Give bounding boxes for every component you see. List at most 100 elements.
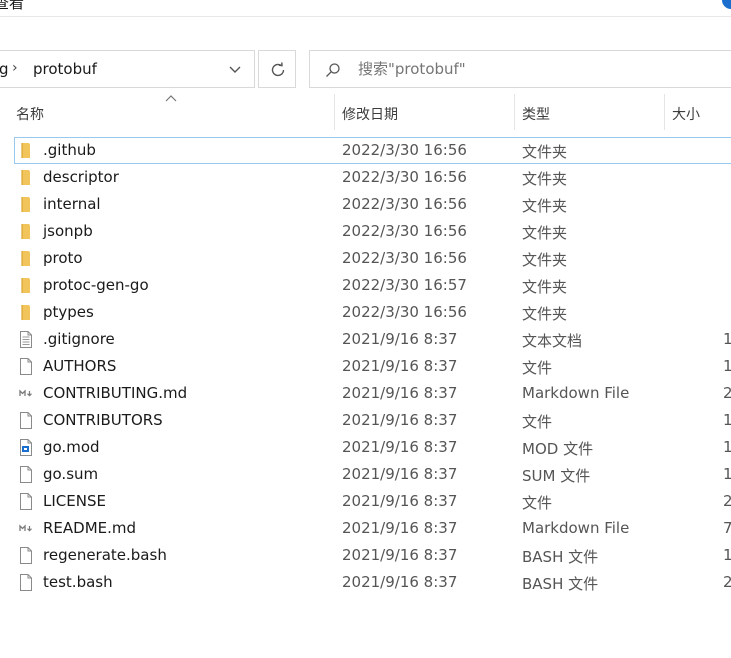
file-name: protoc-gen-go	[43, 276, 149, 294]
sort-ascending-icon	[165, 95, 177, 102]
file-row[interactable]: .gitignore 2021/9/16 8:37 文本文档 1	[14, 326, 731, 353]
file-modified-date: 2021/9/16 8:37	[342, 384, 458, 402]
mod-file-icon	[18, 439, 34, 456]
column-header-size[interactable]: 大小	[672, 104, 700, 124]
file-modified-date: 2022/3/30 16:56	[342, 168, 467, 186]
file-icon	[18, 466, 34, 483]
file-size: 1	[723, 357, 731, 375]
file-modified-date: 2022/3/30 16:56	[342, 249, 467, 267]
file-explorer-window: 查看 g › protobuf 名称 修改日期 类型 大	[0, 0, 731, 658]
file-name: README.md	[43, 519, 137, 537]
column-header-type[interactable]: 类型	[522, 104, 550, 124]
file-modified-date: 2021/9/16 8:37	[342, 546, 458, 564]
column-header-date[interactable]: 修改日期	[342, 104, 398, 124]
file-row[interactable]: internal 2022/3/30 16:56 文件夹	[14, 191, 731, 218]
file-row[interactable]: test.bash 2021/9/16 8:37 BASH 文件 2	[14, 569, 731, 596]
file-row[interactable]: ptypes 2022/3/30 16:56 文件夹	[14, 299, 731, 326]
file-row[interactable]: proto 2022/3/30 16:56 文件夹	[14, 245, 731, 272]
text-file-icon	[18, 331, 34, 348]
refresh-button[interactable]	[258, 50, 296, 88]
file-name: AUTHORS	[43, 357, 117, 375]
file-modified-date: 2022/3/30 16:57	[342, 276, 467, 294]
refresh-icon	[271, 62, 285, 77]
file-size: 1	[723, 438, 731, 456]
folder-icon	[18, 304, 34, 321]
file-modified-date: 2022/3/30 16:56	[342, 303, 467, 321]
help-icon[interactable]	[722, 0, 731, 9]
file-name: regenerate.bash	[43, 546, 167, 564]
file-row[interactable]: descriptor 2022/3/30 16:56 文件夹	[14, 164, 731, 191]
file-name: CONTRIBUTORS	[43, 411, 163, 429]
file-type: 文件夹	[522, 224, 568, 242]
file-modified-date: 2022/3/30 16:56	[342, 195, 467, 213]
ribbon-bar: 查看	[0, 0, 731, 17]
file-row[interactable]: README.md 2021/9/16 8:37 Markdown File 7	[14, 515, 731, 542]
column-divider[interactable]	[334, 94, 335, 130]
folder-icon	[18, 277, 34, 294]
chevron-down-icon[interactable]	[228, 63, 242, 77]
file-name: ptypes	[43, 303, 94, 321]
address-bar[interactable]: g › protobuf	[0, 50, 255, 88]
ribbon-tab-view[interactable]: 查看	[0, 0, 24, 13]
file-type: 文件	[522, 494, 553, 512]
markdown-file-icon	[18, 520, 34, 537]
file-type: BASH 文件	[522, 575, 599, 593]
file-type: 文件夹	[522, 278, 568, 296]
file-name: go.sum	[43, 465, 99, 483]
file-row[interactable]: AUTHORS 2021/9/16 8:37 文件 1	[14, 353, 731, 380]
file-name: test.bash	[43, 573, 113, 591]
file-name: go.mod	[43, 438, 100, 456]
file-type: SUM 文件	[522, 467, 591, 485]
file-modified-date: 2021/9/16 8:37	[342, 573, 458, 591]
file-row[interactable]: regenerate.bash 2021/9/16 8:37 BASH 文件 1	[14, 542, 731, 569]
file-name: CONTRIBUTING.md	[43, 384, 188, 402]
file-row[interactable]: protoc-gen-go 2022/3/30 16:57 文件夹	[14, 272, 731, 299]
markdown-file-icon	[18, 385, 34, 402]
file-size: 2	[723, 384, 731, 402]
file-name: proto	[43, 249, 83, 267]
breadcrumb-separator-icon[interactable]: ›	[12, 60, 18, 76]
file-icon	[18, 547, 34, 564]
file-type: 文件夹	[522, 170, 568, 188]
file-row[interactable]: CONTRIBUTING.md 2021/9/16 8:37 Markdown Fi…	[14, 380, 731, 407]
file-row[interactable]: CONTRIBUTORS 2021/9/16 8:37 文件 1	[14, 407, 731, 434]
file-modified-date: 2022/3/30 16:56	[342, 141, 467, 159]
breadcrumb-current-folder[interactable]: protobuf	[33, 60, 97, 78]
file-size: 2	[723, 573, 731, 591]
file-modified-date: 2021/9/16 8:37	[342, 465, 458, 483]
file-row[interactable]: go.mod 2021/9/16 8:37 MOD 文件 1	[14, 434, 731, 461]
folder-icon	[18, 142, 34, 159]
search-box[interactable]	[309, 50, 731, 88]
file-row[interactable]: jsonpb 2022/3/30 16:56 文件夹	[14, 218, 731, 245]
file-icon	[18, 358, 34, 375]
breadcrumb-previous-segment[interactable]: g	[0, 60, 9, 78]
column-divider[interactable]	[664, 94, 665, 130]
file-name: jsonpb	[43, 222, 93, 240]
column-header-name[interactable]: 名称	[16, 104, 44, 124]
file-type: BASH 文件	[522, 548, 599, 566]
file-name: .gitignore	[43, 330, 115, 348]
file-modified-date: 2021/9/16 8:37	[342, 411, 458, 429]
file-type: 文件	[522, 413, 553, 431]
file-type: 文件夹	[522, 197, 568, 215]
file-name: descriptor	[43, 168, 119, 186]
file-row[interactable]: go.sum 2021/9/16 8:37 SUM 文件 1	[14, 461, 731, 488]
folder-icon	[18, 196, 34, 213]
file-modified-date: 2021/9/16 8:37	[342, 357, 458, 375]
search-icon	[326, 63, 340, 77]
file-row[interactable]: .github 2022/3/30 16:56 文件夹	[14, 137, 731, 164]
file-row[interactable]: LICENSE 2021/9/16 8:37 文件 2	[14, 488, 731, 515]
file-icon	[18, 574, 34, 591]
file-icon	[18, 412, 34, 429]
file-type: 文件	[522, 359, 553, 377]
file-type: 文件夹	[522, 143, 568, 161]
search-input[interactable]	[358, 60, 718, 78]
file-size: 7	[723, 519, 731, 537]
file-size: 1	[723, 330, 731, 348]
column-divider[interactable]	[514, 94, 515, 130]
file-size: 1	[723, 546, 731, 564]
folder-icon	[18, 250, 34, 267]
file-type: 文本文档	[522, 332, 583, 350]
file-modified-date: 2021/9/16 8:37	[342, 438, 458, 456]
file-name: LICENSE	[43, 492, 106, 510]
